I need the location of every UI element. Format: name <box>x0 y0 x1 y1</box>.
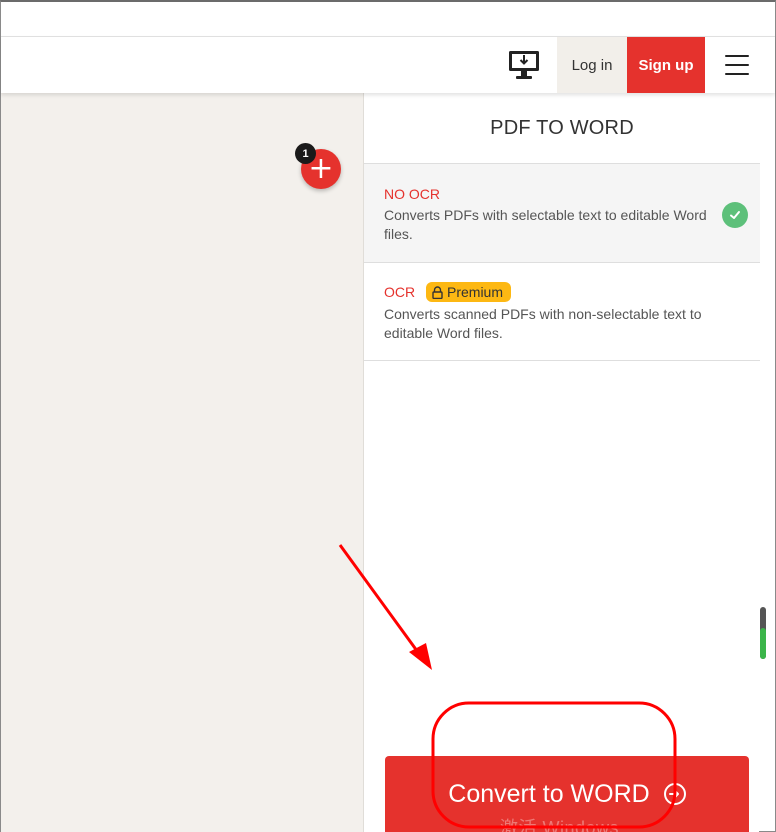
site-header: Log in Sign up <box>1 37 775 93</box>
windows-watermark: 激活 Windows <box>500 818 620 832</box>
option-description: Converts scanned PDFs with non-selectabl… <box>384 306 702 341</box>
convert-label: Convert to WORD <box>448 779 650 808</box>
scrollbar-thumb[interactable] <box>760 628 766 659</box>
option-title: NO OCR <box>384 186 440 202</box>
hamburger-menu-icon[interactable] <box>719 51 755 79</box>
browser-top-strip <box>1 2 775 37</box>
options-sidebar: PDF TO WORD NO OCR Converts PDFs with se… <box>363 93 760 832</box>
login-button[interactable]: Log in <box>557 37 627 93</box>
arrow-right-circle-icon <box>663 783 686 805</box>
signup-button[interactable]: Sign up <box>627 37 705 93</box>
page-title: PDF TO WORD <box>490 117 634 139</box>
file-preview-area <box>1 93 363 832</box>
premium-badge: Premium <box>426 282 512 302</box>
option-no-ocr[interactable]: NO OCR Converts PDFs with selectable tex… <box>364 163 760 262</box>
desktop-app-button[interactable] <box>504 45 544 85</box>
check-icon <box>722 202 748 228</box>
desktop-download-icon <box>509 51 539 79</box>
option-title: OCR <box>384 284 416 300</box>
option-description: Converts PDFs with selectable text to ed… <box>384 207 707 242</box>
file-count-badge: 1 <box>295 143 316 164</box>
lock-icon <box>432 285 443 299</box>
option-ocr[interactable]: OCR Premium Converts scanned PDFs with n… <box>364 262 760 361</box>
premium-label: Premium <box>447 284 504 300</box>
